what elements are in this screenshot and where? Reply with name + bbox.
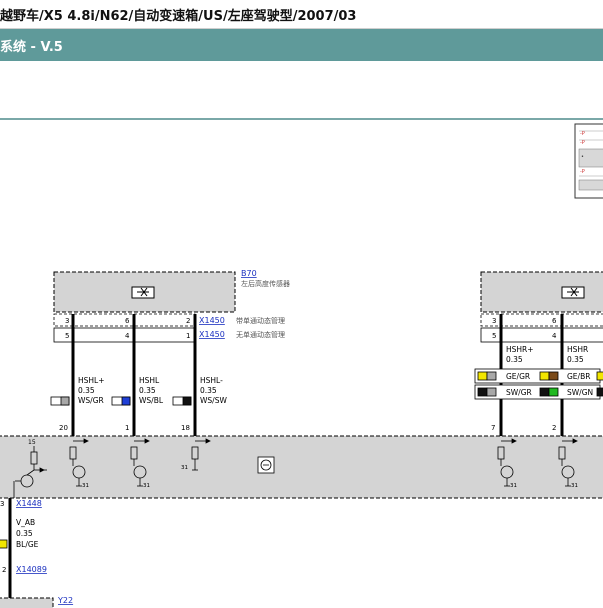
lower-size: 0.35 (16, 529, 33, 538)
right-pin-row1-b: 6 (552, 317, 557, 325)
wire-signal-hshl-minus: HSHL- (200, 376, 223, 385)
right-pin-row1-a: 3 (492, 317, 496, 325)
blank-area (0, 61, 603, 118)
variant-without-label: 无单通动态管理 (236, 330, 285, 339)
sensor-b70: B70 左后高度传感器 (53, 269, 290, 313)
right-pin-row2-b: 4 (552, 332, 557, 340)
wire-color-code-r2a: GE/BR (567, 372, 590, 381)
svg-text:-P: -P (580, 169, 585, 175)
document-title: 越野车/X5 4.8i/N62/自动变速箱/US/左座驾驶型/2007/03 (0, 9, 357, 24)
wire-signal-hshr: HSHR (567, 345, 588, 354)
svg-text:•: • (581, 154, 584, 160)
wire-color-code-1: WS/GR (78, 396, 104, 405)
ground-symbol-icon (257, 456, 275, 474)
ecu-pin-7: 7 (491, 424, 495, 432)
wire-color-code-r2b: SW/GN (567, 388, 593, 397)
wire-color-code-r1a: GE/GR (506, 372, 530, 381)
ground-31-c: 31 (181, 465, 188, 471)
wire-size-r1: 0.35 (506, 355, 523, 364)
svg-text:-P: -P (580, 140, 585, 146)
connector-x1450-a[interactable]: X1450 (199, 316, 225, 325)
wire-signal-hshr-plus: HSHR+ (506, 345, 534, 354)
connector-x14089[interactable]: X14089 (16, 565, 47, 574)
title-bar: 越野车/X5 4.8i/N62/自动变速箱/US/左座驾驶型/2007/03 (0, 0, 603, 29)
ground-31-b: 31 (143, 483, 150, 489)
pin-15-label: 15 (28, 439, 36, 446)
wire-size-r2: 0.35 (567, 355, 584, 364)
component-ref-y22[interactable]: Y22 (57, 596, 73, 605)
component-name-b70: 左后高度传感器 (241, 279, 290, 288)
pin-row1-c: 2 (186, 317, 190, 325)
lower-left-circuit: 3 X1448 V_AB 0.35 BL/GE 2 X14089 Y22 (0, 498, 73, 608)
component-ref-b70[interactable]: B70 (241, 269, 257, 278)
svg-text:-P: -P (580, 131, 585, 137)
pin-row2-b: 4 (125, 332, 130, 340)
wire-color-code-r1b: SW/GR (506, 388, 532, 397)
pin-row1-a: 3 (65, 317, 69, 325)
connector-x1450-b[interactable]: X1450 (199, 330, 225, 339)
pin-row2-c: 1 (186, 332, 190, 340)
wire-signal-hshl-plus: HSHL+ (78, 376, 105, 385)
connector-x1448[interactable]: X1448 (16, 499, 42, 508)
variant-with-label: 带单通动态管理 (236, 316, 285, 325)
lower-signal: V_AB (16, 518, 35, 527)
ground-31-a: 31 (82, 483, 89, 489)
wire-size-2: 0.35 (139, 386, 156, 395)
pin-row1-b: 6 (125, 317, 130, 325)
control-module: 20 1 18 7 2 31 31 31 31 31 15 (0, 424, 603, 499)
wire-color-code-2: WS/BL (139, 396, 164, 405)
ecu-pin-2: 2 (552, 424, 556, 432)
connector-rows-left: 3 6 2 5 4 1 X1450 X1450 带单通动态管理 无单通动态管理 (53, 313, 285, 343)
wire-signal-hshl: HSHL (139, 376, 160, 385)
wiring-diagram: -P -P • -P B70 左后高度传感器 3 6 2 5 4 1 X1450… (0, 123, 603, 608)
ecu-pin-20: 20 (59, 424, 68, 432)
wire-size-3: 0.35 (200, 386, 217, 395)
pin-row2-a: 5 (65, 332, 69, 340)
lower-color-code: BL/GE (16, 540, 39, 549)
ecu-pin-1: 1 (125, 424, 129, 432)
ground-31-e: 31 (571, 483, 578, 489)
sensor-right: 3 6 5 4 (480, 271, 603, 343)
lower-pin-bottom: 2 (2, 566, 6, 574)
section-header: 系统 - V.5 (0, 29, 603, 61)
wire-size-1: 0.35 (78, 386, 95, 395)
section-title: 系统 - V.5 (0, 40, 63, 55)
right-pin-row2-a: 5 (492, 332, 496, 340)
lower-pin-top: 3 (0, 500, 4, 508)
overview-thumbnail[interactable]: -P -P • -P (574, 123, 603, 199)
wire-color-code-3: WS/SW (200, 396, 227, 405)
ecu-pin-18: 18 (181, 424, 190, 432)
ground-31-d: 31 (510, 483, 517, 489)
